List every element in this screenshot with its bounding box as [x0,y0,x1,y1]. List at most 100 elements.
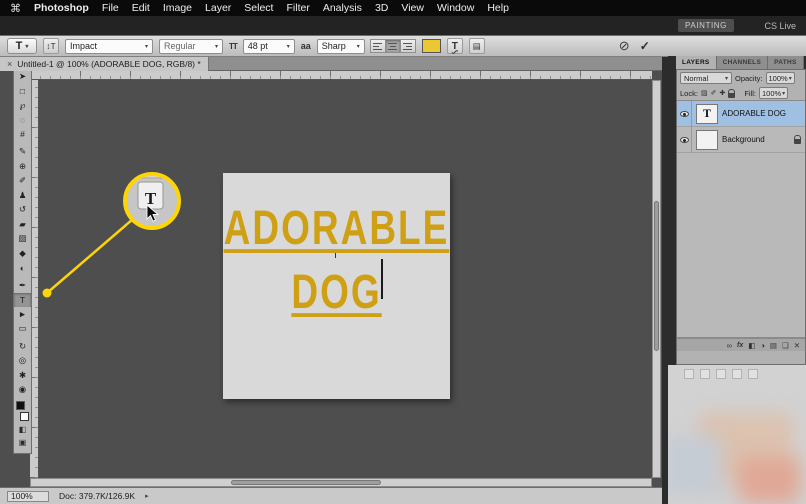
menu-layer[interactable]: Layer [205,2,231,14]
layer-mask-icon[interactable]: ◧ [748,341,755,350]
close-tab-icon[interactable]: × [7,59,12,69]
rectangle-tool[interactable]: ▭ [14,322,31,337]
tab-layers[interactable]: LAYERS [676,56,717,69]
quick-selection-tool[interactable]: ◌ [14,113,31,128]
tab-channels[interactable]: CHANNELS [717,56,769,69]
blur-tool[interactable]: ◆ [14,246,31,261]
path-selection-tool[interactable]: ► [14,307,31,322]
link-layers-icon[interactable]: ∞ [727,341,732,350]
adjustment-layer-icon[interactable]: ◑ [760,341,765,350]
doc-size-info: Doc: 379.7K/126.9K [59,491,135,501]
menu-photoshop[interactable]: Photoshop [34,2,89,14]
zoom-level-field[interactable]: 100% [7,491,49,502]
layer-row-adorable-dog[interactable]: T ADORABLE DOG [677,101,805,127]
hand-tool[interactable]: ✱ [14,368,31,383]
rectangular-marquee-tool[interactable]: □ [14,84,31,99]
canvas-text-line-2[interactable]: DOG [291,265,381,320]
3d-orbit-tool[interactable]: ◎ [14,354,31,369]
lasso-tool[interactable]: ℘ [14,98,31,113]
menu-select[interactable]: Select [244,2,273,14]
delete-layer-icon[interactable]: ✕ [794,341,800,350]
visibility-toggle[interactable] [677,101,692,127]
lock-transparency-icon[interactable]: ▨ [701,89,708,97]
edit-commit-group: ⊘ ✓ [619,38,650,54]
history-brush-tool[interactable]: ↺ [14,203,31,218]
background-layer-thumbnail[interactable] [696,130,718,150]
background-color-swatch[interactable] [20,412,29,421]
horizontal-scrollbar[interactable] [30,478,652,487]
opacity-field[interactable]: 100% ▾ [766,72,795,84]
menu-view[interactable]: View [401,2,424,14]
dodge-tool[interactable]: ◐ [14,261,31,276]
new-layer-icon[interactable]: ❏ [782,341,789,350]
font-style-select[interactable]: Regular ▾ [159,39,223,54]
align-right-icon [403,43,412,50]
canvas-workspace: ➤ □ ℘ ◌ # ✎ ⊕ ✐ ♟ ↺ ▰ ▨ ◆ ◐ ✒ T ► ▭ ↻ ◎ … [0,71,662,487]
gradient-tool[interactable]: ▨ [14,232,31,247]
eraser-tool[interactable]: ▰ [14,217,31,232]
type-layer-thumbnail[interactable]: T [696,104,718,124]
cancel-edits-button[interactable]: ⊘ [619,38,630,54]
layer-group-icon[interactable]: ▤ [770,341,777,350]
warp-text-button[interactable]: T [447,38,463,54]
chevron-down-icon: ▾ [357,43,360,50]
tab-paths[interactable]: PATHS [768,56,804,69]
visibility-toggle[interactable] [677,127,692,153]
workspace-switcher-painting[interactable]: PAINTING [678,19,734,32]
quick-mask-button[interactable]: ◧ [14,423,31,436]
lock-all-icon[interactable] [728,93,735,98]
screen-mode-button[interactable]: ▣ [14,436,31,449]
crop-tool[interactable]: # [14,127,31,142]
menu-file[interactable]: File [102,2,119,14]
layer-name[interactable]: Background [722,135,765,144]
menu-edit[interactable]: Edit [132,2,150,14]
zoom-tool[interactable]: ◉ [14,383,31,398]
commit-edits-button[interactable]: ✓ [640,39,650,53]
vertical-scrollbar-thumb[interactable] [654,201,659,351]
vertical-scrollbar[interactable] [652,80,661,478]
menu-3d[interactable]: 3D [375,2,388,14]
opacity-label: Opacity: [735,74,763,83]
background-lock-icon [794,139,801,144]
layer-row-background[interactable]: Background [677,127,805,153]
eyedropper-tool[interactable]: ✎ [14,145,31,160]
layer-effects-icon[interactable]: fx [737,342,743,349]
fill-field[interactable]: 100% ▾ [759,87,788,99]
toggle-panels-button[interactable]: ▤ [469,38,485,54]
brush-tool[interactable]: ✐ [14,174,31,189]
font-family-select[interactable]: Impact ▾ [65,39,153,54]
font-size-select[interactable]: 48 pt ▾ [243,39,295,54]
status-popup-arrow-icon[interactable]: ▸ [145,492,149,500]
menu-analysis[interactable]: Analysis [323,2,362,14]
horizontal-scrollbar-thumb[interactable] [231,480,381,485]
align-center-button[interactable] [385,39,401,53]
canvas-text-line-1[interactable]: ADORABLE [224,201,450,256]
menu-image[interactable]: Image [163,2,192,14]
document-tab[interactable]: × Untitled-1 @ 100% (ADORABLE DOG, RGB/8… [0,57,209,71]
foreground-color-swatch[interactable] [16,401,25,410]
pen-tool[interactable]: ✒ [14,278,31,293]
menu-help[interactable]: Help [487,2,509,14]
clone-stamp-tool[interactable]: ♟ [14,188,31,203]
menu-window[interactable]: Window [437,2,474,14]
align-left-button[interactable] [370,39,386,53]
blend-mode-select[interactable]: Normal ▾ [680,72,732,84]
spot-healing-brush-tool[interactable]: ⊕ [14,159,31,174]
menu-filter[interactable]: Filter [286,2,309,14]
document-canvas[interactable]: ADORABLE DOG [223,173,450,399]
text-anchor-marker [335,253,336,258]
layer-name[interactable]: ADORABLE DOG [722,109,786,118]
text-color-swatch[interactable] [422,39,441,53]
anti-alias-select[interactable]: Sharp ▾ [317,39,365,54]
apple-menu-icon[interactable]: ⌘ [10,2,21,15]
horizontal-type-tool[interactable]: T [14,293,31,308]
lock-pixels-icon[interactable]: ✐ [711,89,717,97]
3d-rotate-tool[interactable]: ↻ [14,339,31,354]
color-swatches-widget[interactable] [14,399,31,423]
cs-live-button[interactable]: CS Live [764,21,796,31]
tool-preset-picker[interactable]: T ▾ [7,38,37,54]
move-tool[interactable]: ➤ [14,71,31,84]
lock-position-icon[interactable]: ✚ [719,89,725,97]
align-right-button[interactable] [400,39,416,53]
text-orientation-button[interactable]: ↕T [43,38,59,54]
